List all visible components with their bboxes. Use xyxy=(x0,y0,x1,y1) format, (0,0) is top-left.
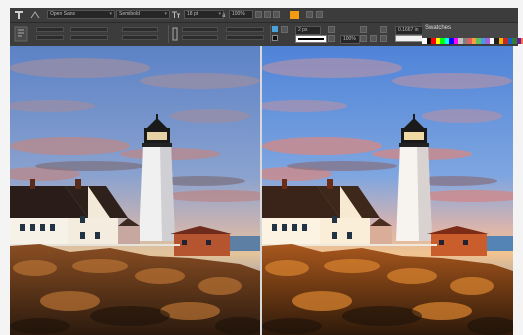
swap-colors-icon[interactable] xyxy=(281,26,288,33)
orientation-icon[interactable] xyxy=(30,11,40,19)
swatch-row xyxy=(422,38,523,44)
fill-color-swatch[interactable] xyxy=(272,26,278,32)
indent-left-field[interactable] xyxy=(36,27,64,32)
baseline-icon[interactable] xyxy=(172,27,178,41)
opacity-select[interactable]: 100% xyxy=(340,35,360,44)
lighthouse-photo-right xyxy=(262,46,513,335)
chevron-down-icon: ▾ xyxy=(109,11,112,17)
separator xyxy=(168,25,169,43)
kerning-field[interactable] xyxy=(122,35,158,40)
lighthouse-photo-left xyxy=(10,46,260,335)
text-tool-icon[interactable] xyxy=(14,10,24,20)
svg-text:a: a xyxy=(222,13,226,18)
path-op-icon[interactable] xyxy=(360,26,367,33)
path-arrange-icon[interactable] xyxy=(370,35,377,42)
character-panel-icon[interactable] xyxy=(316,11,323,18)
adjusted-photo[interactable] xyxy=(262,46,513,335)
font-family-select[interactable]: Open Sans ▾ xyxy=(47,10,115,19)
leading-field[interactable] xyxy=(122,27,158,32)
stroke-width-select[interactable]: 2 px xyxy=(295,26,321,35)
stroke-line xyxy=(298,38,324,40)
opacity-icon[interactable] xyxy=(328,35,335,42)
font-size-select[interactable]: 18 pt ▾ xyxy=(184,10,224,19)
horizontal-scale-field[interactable] xyxy=(226,27,264,32)
text-color-swatch[interactable] xyxy=(290,11,299,19)
baseline-shift-field[interactable] xyxy=(182,27,218,32)
vertical-scale-field[interactable] xyxy=(226,35,264,40)
original-photo[interactable] xyxy=(10,46,260,335)
separator xyxy=(270,25,271,43)
path-align-icon[interactable] xyxy=(360,35,367,42)
tracking-select[interactable]: 100% xyxy=(229,10,253,19)
align-center-icon[interactable] xyxy=(264,11,271,18)
panel-title: Swatches xyxy=(425,25,452,31)
options-bar: Open Sans ▾ Semibold ▾ 18 pt ▾ a 100% xyxy=(10,8,518,23)
align-right-icon[interactable] xyxy=(273,11,280,18)
chevron-down-icon: ▾ xyxy=(164,11,167,17)
stroke-color-swatch[interactable] xyxy=(272,35,278,41)
link-icon[interactable] xyxy=(380,26,387,33)
preset-field[interactable] xyxy=(395,35,423,42)
antialias-icon: a xyxy=(222,11,228,18)
rotate-icon[interactable] xyxy=(328,26,335,33)
indent-right-field[interactable] xyxy=(36,35,64,40)
align-left-icon[interactable] xyxy=(255,11,262,18)
chevron-down-icon: ▾ xyxy=(218,11,221,17)
stroke-style-preview[interactable] xyxy=(295,35,327,43)
font-style-select[interactable]: Semibold ▾ xyxy=(116,10,170,19)
paragraph-icon xyxy=(14,26,28,42)
skew-field[interactable] xyxy=(182,35,218,40)
font-size-icon xyxy=(171,10,181,19)
corner-icon[interactable] xyxy=(380,35,387,42)
space-before-field[interactable] xyxy=(70,27,108,32)
space-after-field[interactable] xyxy=(70,35,108,40)
warp-text-icon[interactable] xyxy=(306,11,313,18)
